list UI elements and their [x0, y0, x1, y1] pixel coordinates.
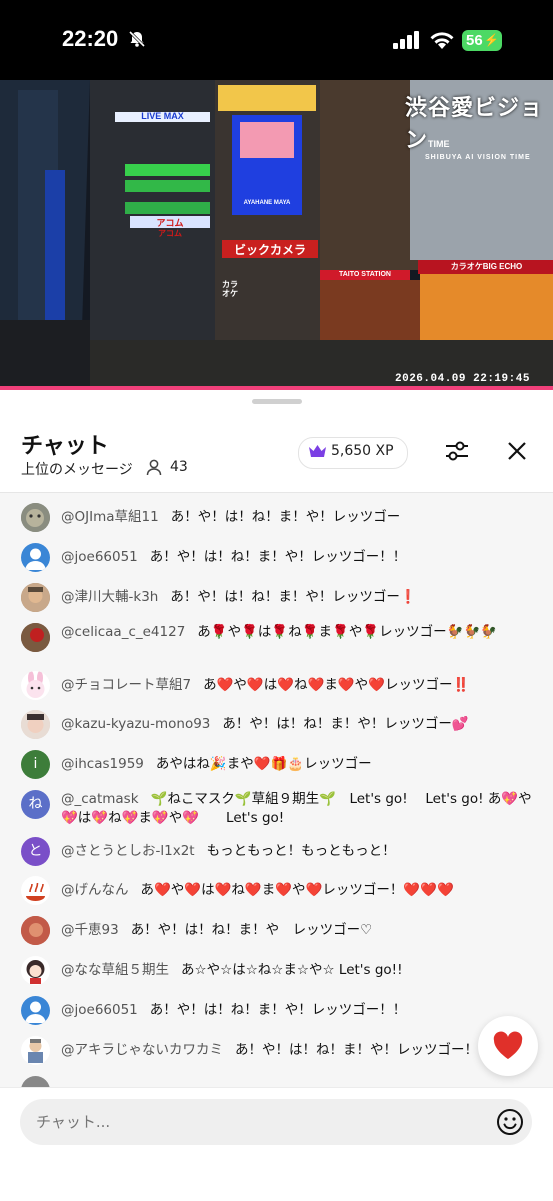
video-timestamp: 2026.04.09 22:19:45 [395, 373, 530, 385]
bell-muted-icon [128, 30, 146, 52]
chat-input[interactable] [20, 1099, 532, 1145]
message-text: あ！や！は！ね！ま！や！レッツゴー💕 [222, 716, 469, 732]
sign-taito: TAITO STATION [339, 271, 391, 278]
status-bar: 22:20 56 ⚡ [0, 0, 553, 80]
crown-icon [308, 444, 327, 463]
logo-suffix: TIME [428, 139, 450, 149]
avatar[interactable] [21, 503, 50, 532]
message-username[interactable]: @celicaa_c_e4127 [61, 624, 185, 640]
message-username[interactable]: @チョコレート草組7 [61, 677, 191, 693]
filter-icon[interactable] [444, 439, 470, 467]
message-text: あ❤️や❤️は❤️ね❤️ま❤️や❤️レッツゴー！❤️❤️❤️ [140, 882, 454, 898]
xp-value: 5,650 XP [331, 443, 394, 459]
avatar[interactable] [21, 1036, 50, 1065]
avatar[interactable] [21, 623, 50, 652]
message-text: あ❤️や❤️は❤️ね❤️ま❤️や❤️レッツゴー‼️ [203, 677, 470, 693]
heart-reaction-button[interactable] [478, 1016, 538, 1076]
avatar[interactable] [21, 876, 50, 905]
avatar[interactable]: i [21, 750, 50, 779]
avatar[interactable]: と [21, 837, 50, 866]
message-text: あ！や！は！ね！ま！や！レッツゴー！！ [149, 1002, 407, 1018]
message-text: あ！や！は！ね！ま！や レッツゴー♡ [130, 922, 373, 938]
message-text: あ！や！は！ね！ま！や！レッツゴー！ [235, 1042, 478, 1058]
chat-message-list[interactable]: @OJIma草組11 あ！や！は！ね！ま！や！レッツゴー @joe66051 あ！や… [0, 493, 553, 1087]
sign-screen-text: AYAHANE MAYA [243, 200, 291, 206]
avatar[interactable] [21, 671, 50, 700]
sign-acom-2: アコム [158, 229, 182, 238]
clock: 22:20 [62, 26, 119, 51]
message-username[interactable]: @OJIma草組11 [61, 509, 159, 525]
message-text: あ🌹や🌹は🌹ね🌹ま🌹や🌹レッツゴー🐓🐓🐓 [197, 624, 498, 640]
avatar[interactable] [21, 583, 50, 612]
message-username[interactable]: @千恵93 [61, 922, 119, 938]
message-username[interactable]: @アキラじゃないカワカミ [61, 1042, 223, 1058]
drag-handle[interactable] [252, 399, 302, 404]
message-text: あ！や！は！ね！ま！や！レッツゴー [170, 509, 401, 525]
viewer-count: 43 [170, 459, 188, 475]
battery-icon: 56 ⚡ [462, 30, 502, 51]
message-text: あ！や！は！ね！ま！や！レッツゴー！！ [149, 549, 407, 565]
close-icon[interactable] [507, 441, 527, 465]
wifi-icon [429, 30, 455, 54]
sign-bigecho: カラオケBIG ECHO [450, 262, 523, 271]
message-username[interactable]: @なな草組５期生 [61, 962, 169, 978]
top-messages-selector[interactable]: 上位のメッセージ [21, 459, 133, 479]
message-text: あやはね🎉まや❤️🎁🎂レッツゴー [155, 756, 372, 772]
message-text: もっともっと！もっともっと！ [206, 843, 396, 859]
message-username[interactable]: @さとうとしお-l1x2t [61, 843, 195, 859]
message-username[interactable]: @ihcas1959 [61, 756, 144, 772]
avatar[interactable] [21, 710, 50, 739]
video-player[interactable]: LIVE MAX アコム アコム AYAHANE MAYA ビックカメラ カラオ… [0, 80, 553, 390]
message-username[interactable]: @joe66051 [61, 1002, 138, 1018]
avatar[interactable] [21, 1076, 50, 1087]
sign-livemax: LIVE MAX [141, 111, 184, 121]
cellular-signal-icon [393, 31, 421, 53]
avatar[interactable] [21, 956, 50, 985]
avatar[interactable] [21, 916, 50, 945]
sign-karaoke: カラオケ [222, 280, 238, 298]
person-icon [146, 459, 162, 480]
emoji-icon[interactable] [496, 1108, 524, 1140]
message-username[interactable]: @津川大輔-k3h [61, 589, 158, 605]
message-username[interactable]: @げんなん [61, 882, 129, 898]
avatar[interactable] [21, 996, 50, 1025]
avatar[interactable] [21, 543, 50, 572]
logo-title: 渋谷愛ビジョン [405, 95, 544, 152]
avatar[interactable]: ね [21, 790, 50, 819]
message-text: あ！や！は！ね！ま！や！レッツゴー❗ [170, 589, 417, 605]
message-username[interactable]: @joe66051 [61, 549, 138, 565]
chat-title: チャット [21, 434, 109, 459]
channel-logo: 渋谷愛ビジョンTIME SHIBUYA AI VISION TIME [405, 90, 553, 161]
sign-biccamera: ビックカメラ [233, 243, 306, 257]
message-text: あ☆や☆は☆ね☆ま☆や☆ Let's go!! [181, 962, 403, 978]
message-username[interactable]: @_catmask [61, 791, 139, 807]
message-username[interactable]: @kazu-kyazu-mono93 [61, 716, 210, 732]
logo-subtitle: SHIBUYA AI VISION TIME [425, 154, 531, 161]
